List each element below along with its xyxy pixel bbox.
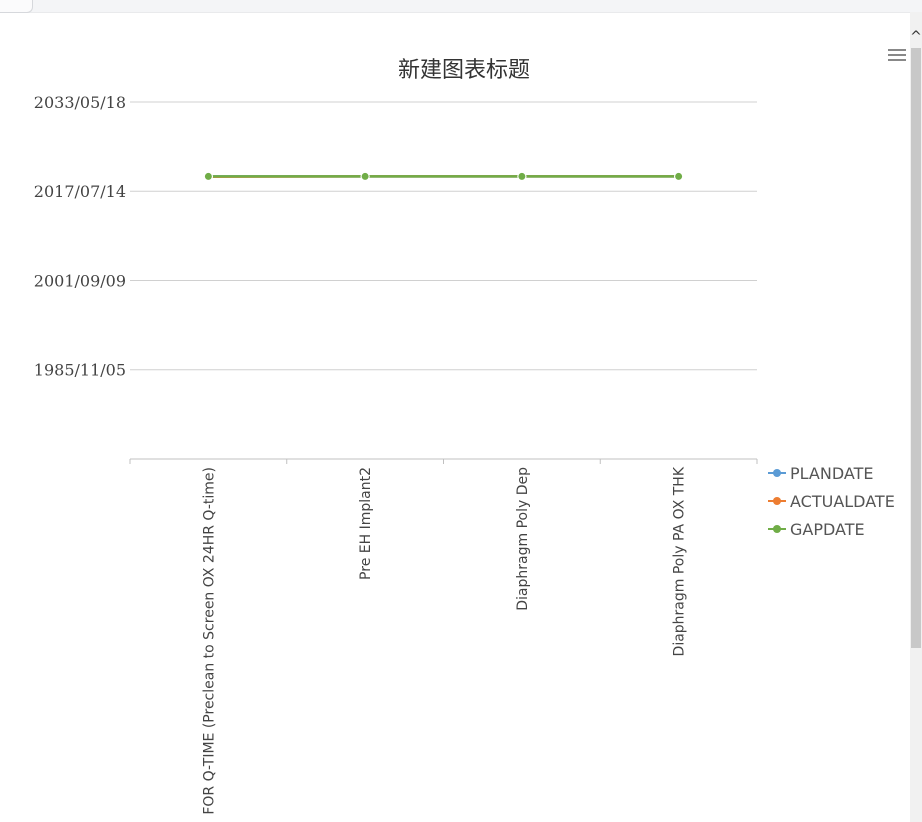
legend-marker-icon [768,468,786,478]
data-point-gapdate[interactable] [203,171,213,181]
chart-legend: PLANDATE ACTUALDATE GAPDATE [768,459,895,543]
legend-item-gapdate[interactable]: GAPDATE [768,515,895,543]
x-tick-label: Pre EH Implant2 [358,467,374,580]
legend-label: ACTUALDATE [790,491,895,511]
y-tick-label: 1985/11/05 [34,361,126,380]
x-tick-label: Diaphragm Poly PA OX THK [672,466,688,656]
line-chart: 2033/05/18 2017/07/14 2001/09/09 1985/11/05… [34,93,758,815]
x-tick-label: FOR Q-TIME (Preclean to Screen OX 24HR Q… [201,467,217,815]
legend-marker-icon [768,524,786,534]
data-point-gapdate[interactable] [360,171,370,181]
legend-item-actualdate[interactable]: ACTUALDATE [768,487,895,515]
legend-item-plandate[interactable]: PLANDATE [768,459,895,487]
data-point-gapdate[interactable] [517,171,527,181]
legend-label: GAPDATE [790,519,865,539]
legend-label: PLANDATE [790,463,874,483]
y-tick-label: 2033/05/18 [34,93,126,112]
data-point-gapdate[interactable] [674,171,684,181]
x-tick-label: Diaphragm Poly Dep [515,467,531,611]
legend-marker-icon [768,496,786,506]
y-tick-label: 2001/09/09 [34,271,126,290]
y-tick-label: 2017/07/14 [34,182,126,201]
